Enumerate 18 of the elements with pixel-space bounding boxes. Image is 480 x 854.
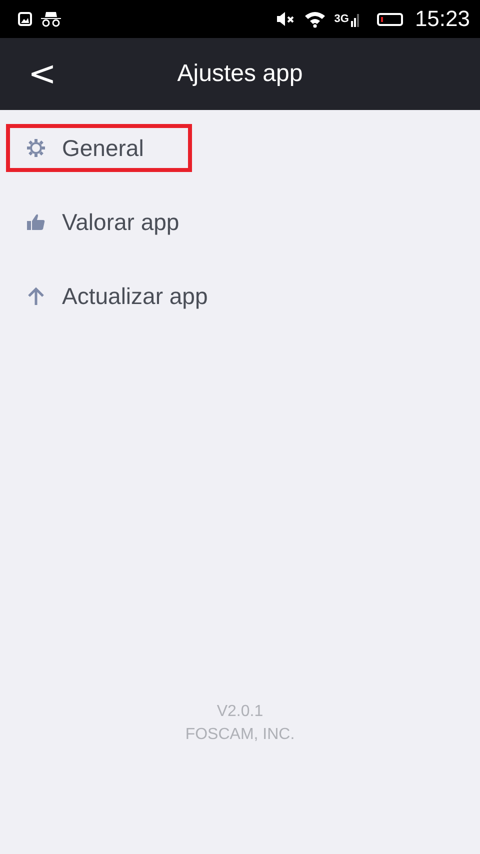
back-button[interactable]: < <box>22 54 62 94</box>
image-icon <box>18 12 32 26</box>
menu-item[interactable]: Actualizar app <box>6 272 212 320</box>
clock: 15:23 <box>414 6 470 32</box>
incognito-icon <box>40 11 62 27</box>
up-arrow-icon <box>26 286 46 306</box>
screen-title: Ajustes app <box>177 60 303 88</box>
gear-icon <box>26 138 46 158</box>
network-type: 3G <box>334 13 349 25</box>
battery-icon <box>376 12 403 26</box>
signal-icon <box>350 11 361 27</box>
menu-item[interactable]: General <box>6 124 192 172</box>
thumbs-up-icon <box>26 212 46 232</box>
version-text: V2.0.1 <box>216 703 264 721</box>
mute-icon <box>276 12 296 26</box>
wifi-icon <box>304 10 326 28</box>
company-text: FOSCAM, INC. <box>185 726 295 744</box>
menu-item[interactable]: Valorar app <box>6 198 192 246</box>
